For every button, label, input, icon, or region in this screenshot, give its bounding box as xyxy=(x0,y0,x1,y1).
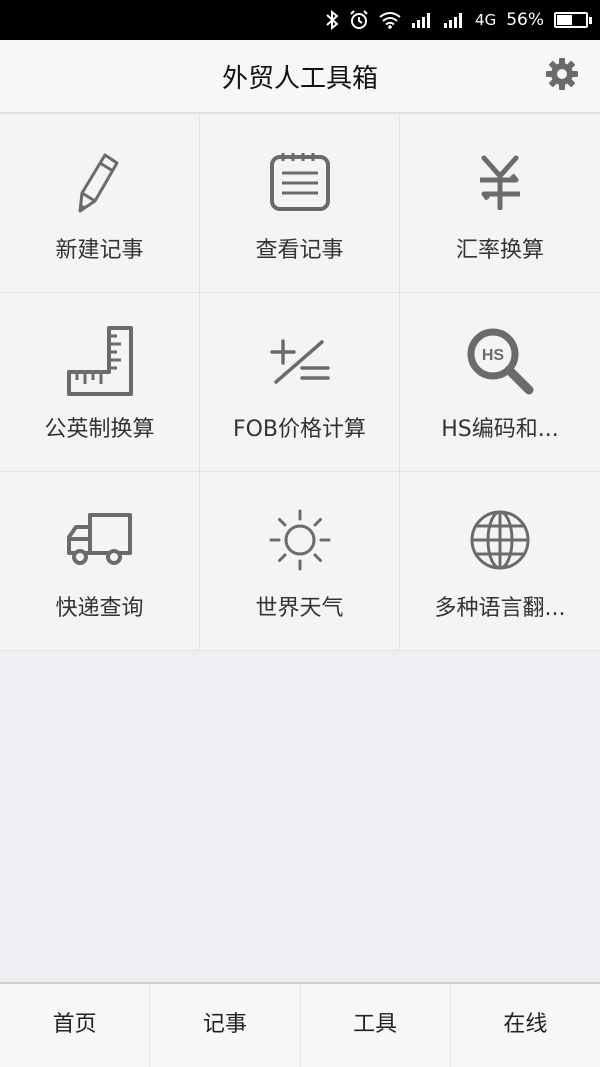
tool-exchange-rate[interactable]: 汇率换算 xyxy=(400,114,600,293)
tool-express-tracking[interactable]: 快递查询 xyxy=(0,472,200,651)
pencil-icon xyxy=(64,146,136,218)
status-bar: 4G 56% xyxy=(0,0,600,40)
truck-icon xyxy=(64,504,136,576)
tool-label: FOB价格计算 xyxy=(232,417,367,442)
calculator-icon xyxy=(264,325,336,397)
tool-fob-calc[interactable]: FOB价格计算 xyxy=(200,293,400,472)
tool-new-note[interactable]: 新建记事 xyxy=(0,114,200,293)
sun-icon xyxy=(264,504,336,576)
app-bar: 外贸人工具箱 xyxy=(0,40,600,113)
signal-icon xyxy=(411,12,433,28)
network-type: 4G xyxy=(475,11,497,29)
tool-label: 多种语言翻... xyxy=(434,596,566,621)
tool-label: 快递查询 xyxy=(55,596,144,621)
wifi-icon xyxy=(379,11,401,29)
tool-label: 汇率换算 xyxy=(455,238,544,263)
svg-text:HS: HS xyxy=(482,347,505,364)
battery-percent: 56% xyxy=(506,10,544,30)
tool-translation[interactable]: 多种语言翻... xyxy=(400,472,600,651)
alarm-icon xyxy=(349,10,369,30)
yen-exchange-icon xyxy=(464,146,536,218)
tab-home[interactable]: 首页 xyxy=(0,984,151,1067)
tool-world-weather[interactable]: 世界天气 xyxy=(200,472,400,651)
bluetooth-icon xyxy=(325,10,339,30)
notepad-icon xyxy=(264,146,336,218)
ruler-icon xyxy=(64,325,136,397)
signal-icon xyxy=(443,12,465,28)
settings-button[interactable] xyxy=(544,58,580,94)
globe-icon xyxy=(464,504,536,576)
tool-label: HS编码和... xyxy=(441,417,559,442)
tab-online[interactable]: 在线 xyxy=(451,984,600,1067)
tools-grid: 新建记事 查看记事 汇率换算 公英制换算 FOB价格计算 HS HS编码和...… xyxy=(0,114,600,651)
bottom-tab-bar: 首页 记事 工具 在线 xyxy=(0,982,600,1067)
tab-notes[interactable]: 记事 xyxy=(150,984,301,1067)
hs-search-icon: HS xyxy=(464,325,536,397)
tab-tools[interactable]: 工具 xyxy=(301,984,451,1067)
page-title: 外贸人工具箱 xyxy=(221,64,378,94)
battery-icon xyxy=(554,12,592,28)
tool-label: 公英制换算 xyxy=(44,417,155,442)
tool-label: 查看记事 xyxy=(255,238,344,263)
tool-unit-conversion[interactable]: 公英制换算 xyxy=(0,293,200,472)
tool-label: 世界天气 xyxy=(255,596,344,621)
tool-hs-code[interactable]: HS HS编码和... xyxy=(400,293,600,472)
tool-view-notes[interactable]: 查看记事 xyxy=(200,114,400,293)
tool-label: 新建记事 xyxy=(55,238,144,263)
gear-icon xyxy=(545,57,579,95)
